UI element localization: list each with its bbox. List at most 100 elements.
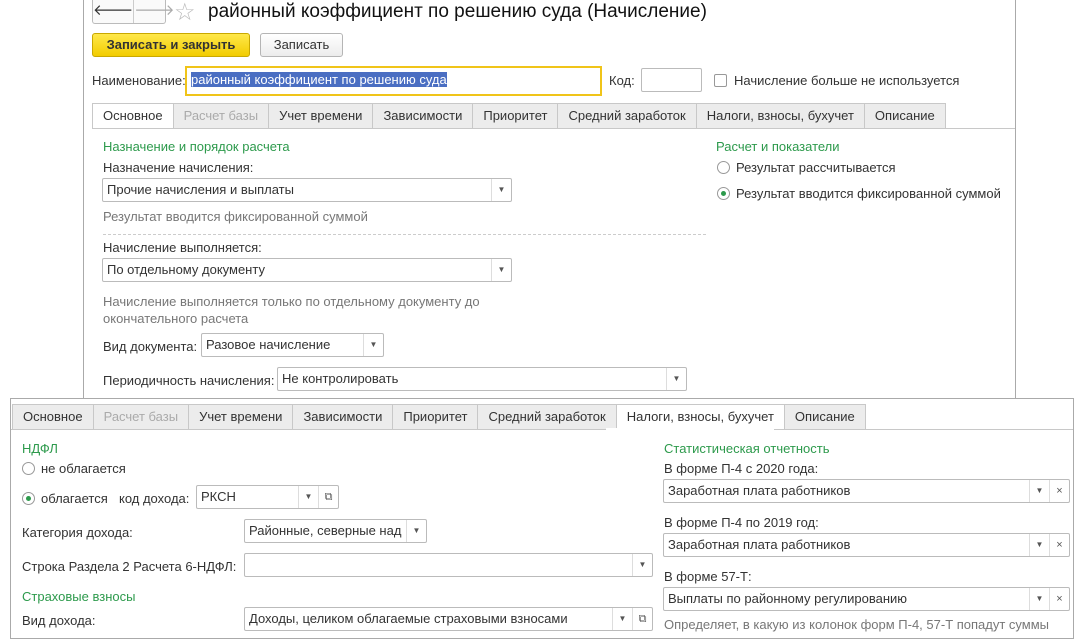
category-label: Категория дохода: <box>22 525 133 540</box>
back-button[interactable]: 🡐 <box>93 0 133 23</box>
dropdown-icon[interactable]: ▼ <box>491 259 511 281</box>
income-type-value: Доходы, целиком облагаемые страховыми вз… <box>249 611 568 626</box>
income-code-label: код дохода: <box>119 491 190 506</box>
purpose-value: Прочие начисления и выплаты <box>107 182 294 197</box>
clear-icon[interactable]: × <box>1049 480 1069 502</box>
dropdown-icon[interactable]: ▼ <box>298 486 318 508</box>
income-type-select[interactable]: Доходы, целиком облагаемые страховыми вз… <box>244 607 653 631</box>
section-stat: Статистическая отчетность <box>664 441 830 456</box>
doc-label: Вид документа: <box>103 339 198 354</box>
exec-label: Начисление выполняется: <box>103 240 262 255</box>
purpose-hint: Результат вводится фиксированной суммой <box>103 209 368 224</box>
dropdown-icon[interactable]: ▼ <box>363 334 383 356</box>
tab-taxes[interactable]: Налоги, взносы, бухучет <box>696 103 865 129</box>
nav-buttons: 🡐 🡒 <box>92 0 174 24</box>
tab-dependencies[interactable]: Зависимости <box>293 404 394 430</box>
save-button[interactable]: Записать <box>260 33 343 57</box>
tab-avg-earnings[interactable]: Средний заработок <box>558 103 697 129</box>
f57-label: В форме 57-Т: <box>664 569 752 584</box>
p4-2019-select[interactable]: Заработная плата работников ▼ × <box>663 533 1070 557</box>
name-label: Наименование: <box>92 73 186 88</box>
tab-dependencies[interactable]: Зависимости <box>373 103 474 129</box>
clear-icon[interactable]: × <box>1049 534 1069 556</box>
tab-base[interactable]: Расчет базы <box>173 103 270 129</box>
row-6ndfl-value <box>245 554 632 576</box>
stat-hint: Определяет, в какую из колонок форм П-4,… <box>664 617 1050 632</box>
exec-value: По отдельному документу <box>107 262 265 277</box>
category-value: Районные, северные над <box>249 523 402 538</box>
purpose-select[interactable]: Прочие начисления и выплаты ▼ <box>102 178 512 202</box>
radio-calculated[interactable]: Результат рассчитывается <box>717 160 896 175</box>
exec-hint: Начисление выполняется только по отдельн… <box>103 294 480 326</box>
not-used-checkbox[interactable] <box>714 74 727 87</box>
radio-label: Результат рассчитывается <box>736 160 896 175</box>
doc-value: Разовое начисление <box>206 337 331 352</box>
radio-label: Результат вводится фиксированной суммой <box>736 186 1001 201</box>
tab-bar: Основное Расчет базы Учет времени Зависи… <box>92 103 946 129</box>
purpose-label: Назначение начисления: <box>103 160 254 175</box>
f57-select[interactable]: Выплаты по районному регулированию ▼ × <box>663 587 1070 611</box>
tab-priority[interactable]: Приоритет <box>473 103 559 129</box>
dropdown-icon[interactable]: ▼ <box>666 368 686 390</box>
radio-taxed[interactable]: облагается <box>22 491 108 506</box>
exec-select[interactable]: По отдельному документу ▼ <box>102 258 512 282</box>
row-6ndfl-label: Строка Раздела 2 Расчета 6-НДФЛ: <box>22 559 237 574</box>
p4-2020-value: Заработная плата работников <box>668 483 851 498</box>
f57-value: Выплаты по районному регулированию <box>668 591 908 606</box>
open-icon[interactable]: ⧉ <box>632 608 652 630</box>
tab-time[interactable]: Учет времени <box>189 404 294 430</box>
code-input[interactable] <box>641 68 702 92</box>
tab-main[interactable]: Основное <box>12 404 94 430</box>
tab-description[interactable]: Описание <box>864 103 946 129</box>
radio-fixed[interactable]: Результат вводится фиксированной суммой <box>717 186 1001 201</box>
income-type-label: Вид дохода: <box>22 613 96 628</box>
p4-2020-select[interactable]: Заработная плата работников ▼ × <box>663 479 1070 503</box>
separator <box>103 234 706 235</box>
dropdown-icon[interactable]: ▼ <box>406 520 426 542</box>
page-title: районный коэффициент по решению суда (На… <box>208 1 707 22</box>
tab-base[interactable]: Расчет базы <box>93 404 190 430</box>
dropdown-icon[interactable]: ▼ <box>1029 588 1049 610</box>
active-tab-gap <box>606 428 774 431</box>
income-code-select[interactable]: РКСН ▼ ⧉ <box>196 485 339 509</box>
tab-bar-2: Основное Расчет базы Учет времени Зависи… <box>12 404 866 430</box>
radio-not-taxed[interactable]: не облагается <box>22 461 126 476</box>
p4-2020-label: В форме П-4 с 2020 года: <box>664 461 819 476</box>
radio-label: не облагается <box>41 461 126 476</box>
save-and-close-button[interactable]: Записать и закрыть <box>92 33 250 57</box>
name-value: районный коэффициент по решению суда <box>191 72 447 87</box>
dropdown-icon[interactable]: ▼ <box>632 554 652 576</box>
code-label: Код: <box>609 73 635 88</box>
tab-description[interactable]: Описание <box>784 404 866 430</box>
clear-icon[interactable]: × <box>1049 588 1069 610</box>
tab-avg-earnings[interactable]: Средний заработок <box>478 404 617 430</box>
tab-time[interactable]: Учет времени <box>269 103 374 129</box>
not-used-label: Начисление больше не используется <box>734 73 960 88</box>
category-select[interactable]: Районные, северные над ▼ <box>244 519 427 543</box>
dropdown-icon[interactable]: ▼ <box>1029 534 1049 556</box>
income-code-value: РКСН <box>201 489 236 504</box>
dropdown-icon[interactable]: ▼ <box>1029 480 1049 502</box>
p4-2019-value: Заработная плата работников <box>668 537 851 552</box>
dropdown-icon[interactable]: ▼ <box>491 179 511 201</box>
period-select[interactable]: Не контролировать ▼ <box>277 367 687 391</box>
tab-priority[interactable]: Приоритет <box>393 404 479 430</box>
tab-divider <box>11 429 1073 430</box>
favorite-star-icon[interactable]: ☆ <box>174 0 196 27</box>
name-input[interactable]: районный коэффициент по решению суда <box>185 66 602 96</box>
tab-taxes[interactable]: Налоги, взносы, бухучет <box>616 404 785 430</box>
forward-button[interactable]: 🡒 <box>133 0 174 23</box>
open-icon[interactable]: ⧉ <box>318 486 338 508</box>
dropdown-icon[interactable]: ▼ <box>612 608 632 630</box>
radio-label: облагается <box>41 491 108 506</box>
tab-divider <box>92 128 1015 129</box>
period-value: Не контролировать <box>282 371 399 386</box>
p4-2019-label: В форме П-4 по 2019 год: <box>664 515 819 530</box>
row-6ndfl-select[interactable]: ▼ <box>244 553 653 577</box>
tab-main[interactable]: Основное <box>92 103 174 129</box>
doc-select[interactable]: Разовое начисление ▼ <box>201 333 384 357</box>
period-label: Периодичность начисления: <box>103 373 275 388</box>
section-calc: Расчет и показатели <box>716 139 840 154</box>
section-insurance: Страховые взносы <box>22 589 136 604</box>
section-ndfl: НДФЛ <box>22 441 58 456</box>
